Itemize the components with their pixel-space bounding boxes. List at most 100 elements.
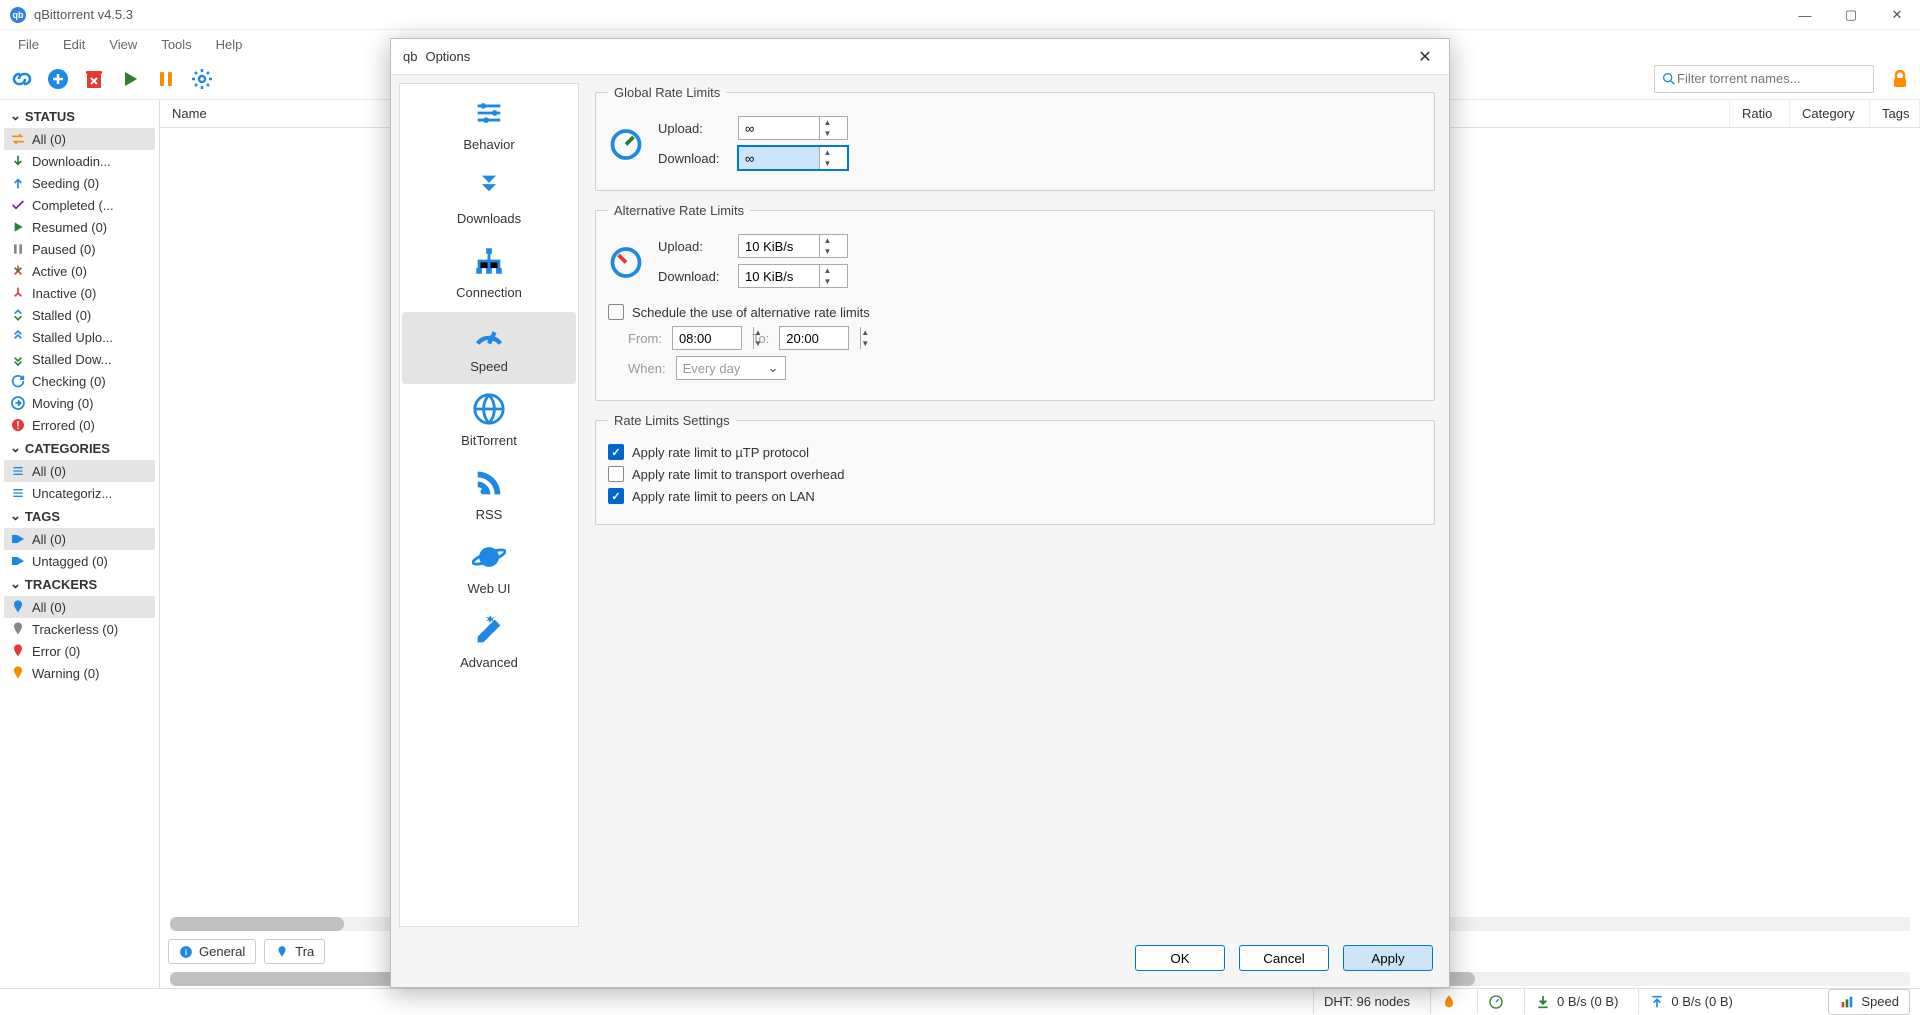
global-download-input[interactable]: ▲▼ <box>738 146 848 170</box>
sidebar-item[interactable]: Downloadin... <box>4 150 155 172</box>
categories-header[interactable]: ⌄CATEGORIES <box>4 436 155 460</box>
sidebar-item[interactable]: Active (0) <box>4 260 155 282</box>
sidebar-item[interactable]: Error (0) <box>4 640 155 662</box>
tags-header[interactable]: ⌄TAGS <box>4 504 155 528</box>
sidebar-item[interactable]: Stalled Dow... <box>4 348 155 370</box>
lock-icon[interactable] <box>1888 67 1912 91</box>
sidebar-item[interactable]: Untagged (0) <box>4 550 155 572</box>
alt-speed-icon[interactable] <box>1477 989 1514 1014</box>
status-icon <box>10 263 26 279</box>
sidebar-item[interactable]: Warning (0) <box>4 662 155 684</box>
schedule-to-input[interactable]: ▲▼ <box>779 326 849 350</box>
menu-help[interactable]: Help <box>206 33 253 56</box>
status-icon <box>10 665 26 681</box>
dialog-sidebar: BehaviorDownloadsConnectionSpeedBitTorre… <box>399 83 579 927</box>
sidebar-item[interactable]: All (0) <box>4 128 155 150</box>
download-icon <box>1535 994 1551 1010</box>
dht-status: DHT: 96 nodes <box>1313 989 1420 1014</box>
global-rate-limits-section: Global Rate Limits Upload: ▲▼ Download: … <box>595 85 1435 191</box>
status-icon <box>10 241 26 257</box>
from-label: From: <box>628 331 662 346</box>
global-download-label: Download: <box>658 151 728 166</box>
dialog-tab-behavior[interactable]: Behavior <box>402 90 576 162</box>
sidebar-item[interactable]: Checking (0) <box>4 370 155 392</box>
alt-upload-input[interactable]: ▲▼ <box>738 234 848 258</box>
column-category[interactable]: Category <box>1790 100 1870 127</box>
utp-checkbox[interactable] <box>608 444 624 460</box>
download-speed[interactable]: 0 B/s (0 B) <box>1524 989 1628 1014</box>
tab-trackers[interactable]: Tra <box>264 939 325 964</box>
status-icon <box>10 351 26 367</box>
rss-icon <box>402 466 576 503</box>
sidebar-item[interactable]: Moving (0) <box>4 392 155 414</box>
sidebar-item[interactable]: Inactive (0) <box>4 282 155 304</box>
dialog-tab-bittorrent[interactable]: BitTorrent <box>402 386 576 458</box>
sidebar-item[interactable]: All (0) <box>4 596 155 618</box>
apply-button[interactable]: Apply <box>1343 945 1433 971</box>
tab-general[interactable]: iGeneral <box>168 939 256 964</box>
status-header[interactable]: ⌄STATUS <box>4 104 155 128</box>
alt-upload-label: Upload: <box>658 239 728 254</box>
alt-download-input[interactable]: ▲▼ <box>738 264 848 288</box>
trackers-header[interactable]: ⌄TRACKERS <box>4 572 155 596</box>
schedule-when-select[interactable]: Every day <box>676 356 786 380</box>
pause-icon[interactable] <box>152 65 180 93</box>
sidebar-item[interactable]: Completed (... <box>4 194 155 216</box>
sidebar-item[interactable]: Resumed (0) <box>4 216 155 238</box>
menu-tools[interactable]: Tools <box>151 33 201 56</box>
dialog-tab-web-ui[interactable]: Web UI <box>402 534 576 606</box>
sidebar-item[interactable]: Trackerless (0) <box>4 618 155 640</box>
delete-icon[interactable] <box>80 65 108 93</box>
pin-icon <box>275 945 289 959</box>
sidebar-item[interactable]: All (0) <box>4 528 155 550</box>
info-icon: i <box>179 945 193 959</box>
advanced-icon <box>402 614 576 651</box>
sidebar-item[interactable]: All (0) <box>4 460 155 482</box>
dialog-tab-downloads[interactable]: Downloads <box>402 164 576 236</box>
status-icon <box>10 285 26 301</box>
overhead-checkbox[interactable] <box>608 466 624 482</box>
schedule-from-input[interactable]: ▲▼ <box>672 326 742 350</box>
resume-icon[interactable] <box>116 65 144 93</box>
status-icon <box>10 463 26 479</box>
sidebar-item[interactable]: Paused (0) <box>4 238 155 260</box>
maximize-button[interactable]: ▢ <box>1828 0 1874 30</box>
dialog-tab-speed[interactable]: Speed <box>402 312 576 384</box>
lan-checkbox[interactable] <box>608 488 624 504</box>
settings-icon[interactable] <box>188 65 216 93</box>
close-button[interactable]: ✕ <box>1874 0 1920 30</box>
sidebar-item[interactable]: Seeding (0) <box>4 172 155 194</box>
schedule-checkbox[interactable] <box>608 304 624 320</box>
dialog-tab-rss[interactable]: RSS <box>402 460 576 532</box>
dialog-tab-advanced[interactable]: Advanced <box>402 608 576 680</box>
speed-icon <box>402 318 576 355</box>
minimize-button[interactable]: — <box>1782 0 1828 30</box>
sidebar-item[interactable]: Uncategoriz... <box>4 482 155 504</box>
firewall-icon[interactable] <box>1430 989 1467 1014</box>
upload-speed[interactable]: 0 B/s (0 B) <box>1638 989 1818 1014</box>
add-link-icon[interactable] <box>8 65 36 93</box>
column-ratio[interactable]: Ratio <box>1730 100 1790 127</box>
menu-file[interactable]: File <box>8 33 49 56</box>
options-dialog: qb Options ✕ BehaviorDownloadsConnection… <box>390 38 1450 988</box>
menu-edit[interactable]: Edit <box>53 33 95 56</box>
add-torrent-icon[interactable] <box>44 65 72 93</box>
torrent-filter-search[interactable] <box>1654 65 1874 93</box>
dialog-tab-connection[interactable]: Connection <box>402 238 576 310</box>
cancel-button[interactable]: Cancel <box>1239 945 1329 971</box>
global-upload-label: Upload: <box>658 121 728 136</box>
sidebar-item[interactable]: Stalled (0) <box>4 304 155 326</box>
menu-view[interactable]: View <box>99 33 147 56</box>
sidebar-item[interactable]: Errored (0) <box>4 414 155 436</box>
column-tags[interactable]: Tags <box>1870 100 1920 127</box>
global-upload-input[interactable]: ▲▼ <box>738 116 848 140</box>
status-icon <box>10 329 26 345</box>
dialog-close-button[interactable]: ✕ <box>1413 45 1437 69</box>
search-input[interactable] <box>1677 71 1867 86</box>
sidebar-item[interactable]: Stalled Uplo... <box>4 326 155 348</box>
alt-download-label: Download: <box>658 269 728 284</box>
ok-button[interactable]: OK <box>1135 945 1225 971</box>
speed-graph-button[interactable]: Speed <box>1828 989 1910 1015</box>
status-icon <box>10 643 26 659</box>
status-icon <box>10 531 26 547</box>
